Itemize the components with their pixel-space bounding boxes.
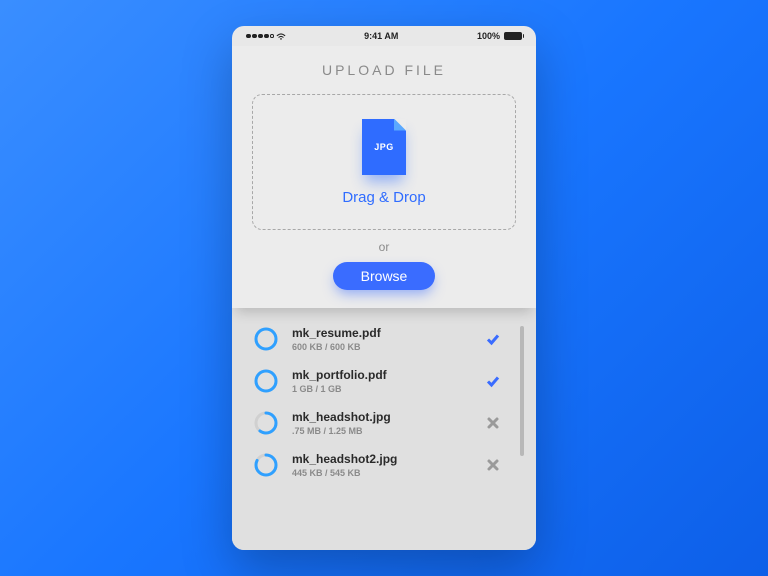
file-list: mk_resume.pdf 600 KB / 600 KB mk_portfol… (232, 308, 536, 550)
scrollbar[interactable] (520, 326, 524, 456)
file-info: mk_resume.pdf 600 KB / 600 KB (292, 326, 470, 352)
file-name: mk_headshot.jpg (292, 410, 470, 424)
browse-button[interactable]: Browse (333, 262, 436, 290)
status-right: 100% (477, 31, 522, 41)
file-info: mk_portfolio.pdf 1 GB / 1 GB (292, 368, 470, 394)
cancel-x-icon[interactable] (484, 456, 502, 474)
file-row: mk_portfolio.pdf 1 GB / 1 GB (254, 368, 518, 394)
file-meta: 600 KB / 600 KB (292, 342, 470, 352)
done-check-icon[interactable] (484, 372, 502, 390)
wifi-icon (276, 32, 286, 40)
dropzone[interactable]: JPG Drag & Drop (252, 94, 516, 230)
cancel-x-icon[interactable] (484, 414, 502, 432)
progress-ring-icon (254, 453, 278, 477)
battery-percent: 100% (477, 31, 500, 41)
done-check-icon[interactable] (484, 330, 502, 348)
status-time: 9:41 AM (364, 31, 398, 41)
file-row: mk_headshot.jpg .75 MB / 1.25 MB (254, 410, 518, 436)
file-meta: .75 MB / 1.25 MB (292, 426, 470, 436)
file-name: mk_headshot2.jpg (292, 452, 470, 466)
progress-ring-icon (254, 411, 278, 435)
file-jpg-icon: JPG (362, 119, 406, 175)
battery-icon (504, 32, 522, 40)
file-info: mk_headshot2.jpg 445 KB / 545 KB (292, 452, 470, 478)
file-row: mk_resume.pdf 600 KB / 600 KB (254, 326, 518, 352)
file-info: mk_headshot.jpg .75 MB / 1.25 MB (292, 410, 470, 436)
file-meta: 445 KB / 545 KB (292, 468, 470, 478)
or-separator: or (252, 240, 516, 254)
status-left (246, 32, 286, 40)
drag-drop-label: Drag & Drop (342, 189, 425, 206)
file-name: mk_portfolio.pdf (292, 368, 470, 382)
file-type-label: JPG (374, 142, 394, 152)
file-row: mk_headshot2.jpg 445 KB / 545 KB (254, 452, 518, 478)
phone-frame: 9:41 AM 100% UPLOAD FILE JPG Drag & Drop… (232, 26, 536, 550)
progress-ring-icon (254, 369, 278, 393)
progress-ring-icon (254, 327, 278, 351)
page-title: UPLOAD FILE (252, 62, 516, 78)
upload-panel: UPLOAD FILE JPG Drag & Drop or Browse (232, 46, 536, 308)
file-name: mk_resume.pdf (292, 326, 470, 340)
file-meta: 1 GB / 1 GB (292, 384, 470, 394)
status-bar: 9:41 AM 100% (232, 26, 536, 46)
signal-dots-icon (246, 34, 274, 39)
